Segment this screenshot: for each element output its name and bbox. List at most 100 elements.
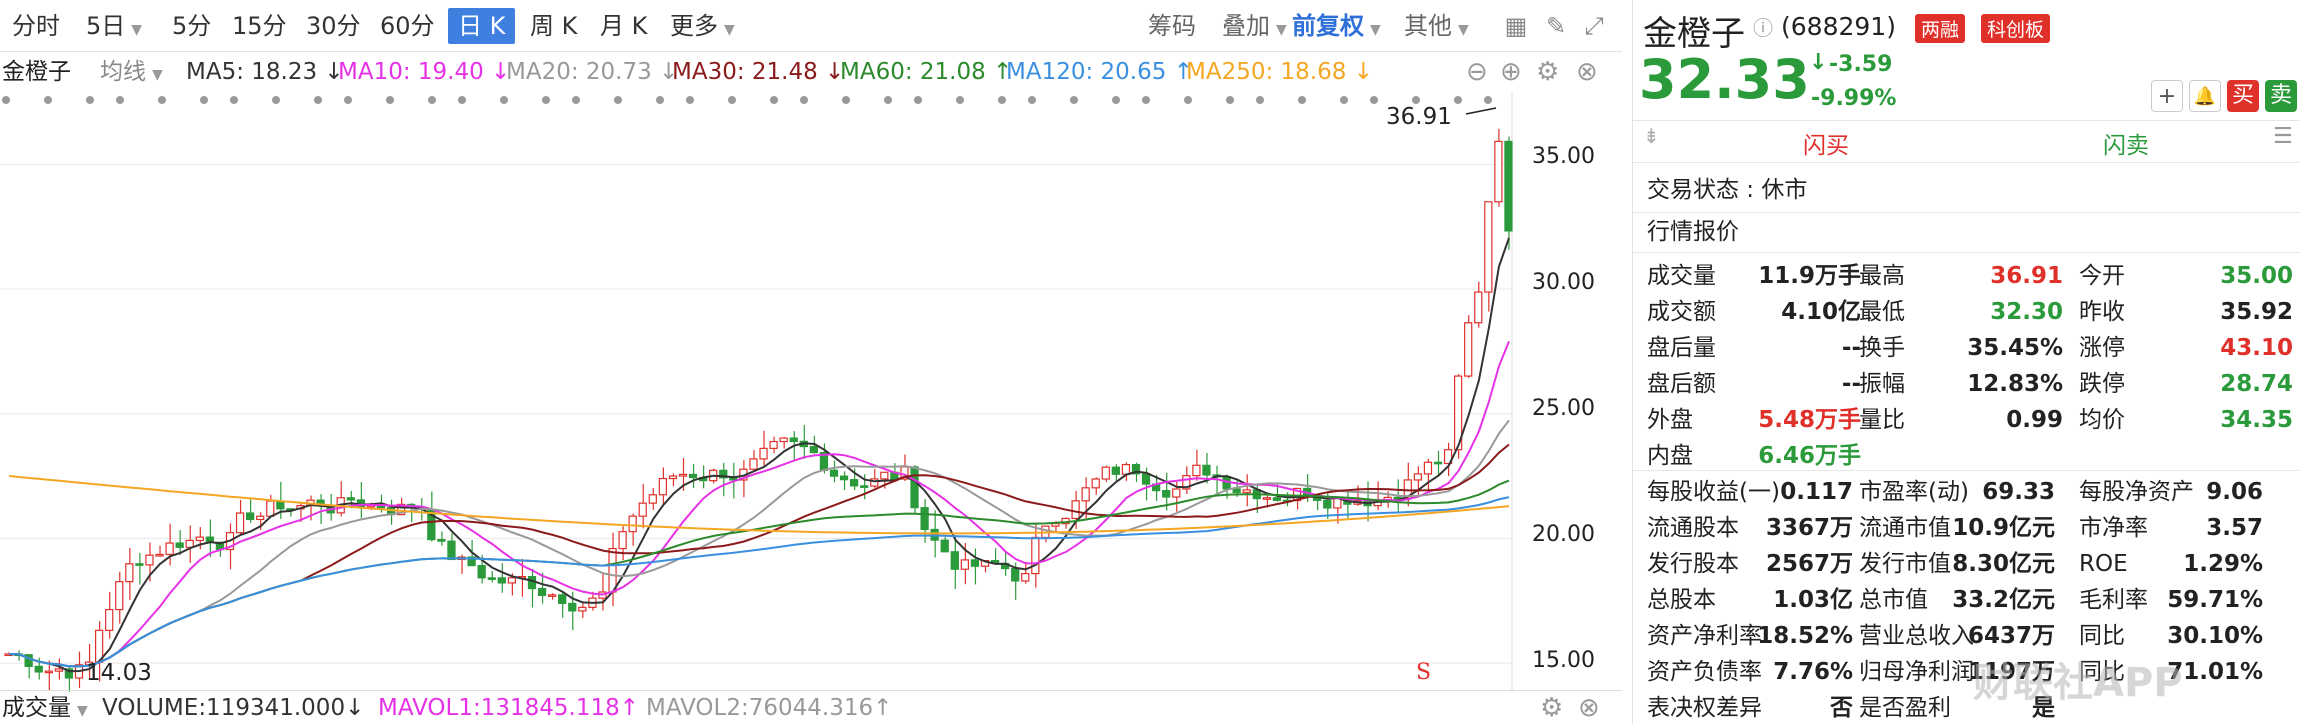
kline-svg[interactable] — [0, 92, 1622, 692]
minus-icon[interactable]: ⊖ — [1466, 52, 1488, 92]
tab-more[interactable]: 更多 ▼ — [660, 8, 745, 44]
event-dot — [770, 96, 778, 104]
candle-body — [54, 668, 63, 672]
ma30-value: MA30: 21.48 ↓ — [672, 59, 845, 85]
event-dot — [386, 96, 394, 104]
ma-mode-select[interactable]: 均线 ▼ — [100, 52, 163, 95]
candle-body — [668, 475, 678, 480]
high-price-label: 36.91 — [1386, 104, 1452, 130]
quote-label: 换手 — [1859, 335, 1905, 361]
event-dot — [884, 96, 892, 104]
candle-body — [950, 551, 959, 570]
quote-label: 均价 — [2079, 407, 2125, 433]
quote-label: 成交量 — [1647, 263, 1716, 289]
candle-body — [266, 500, 275, 517]
quote-value: 5.48万手 — [1758, 407, 1861, 433]
event-dot — [272, 96, 280, 104]
tab-5day[interactable]: 5日 ▼ — [76, 8, 152, 44]
event-dot — [956, 96, 964, 104]
overlay-button[interactable]: 叠加 ▼ — [1222, 8, 1287, 44]
chevron-down-icon: ▼ — [152, 67, 163, 83]
candle-body — [165, 542, 174, 556]
quote-label: 昨收 — [2079, 299, 2125, 325]
quote-label: 振幅 — [1859, 371, 1905, 397]
event-dot — [500, 96, 508, 104]
flash-sell-button[interactable]: 闪卖 — [2103, 126, 2149, 160]
ma60-value: MA60: 21.08 ↑ — [840, 59, 1013, 85]
candle-body — [618, 531, 627, 550]
draw-icon[interactable]: ✎ — [1542, 12, 1570, 40]
candle-body — [1172, 488, 1181, 498]
price-change: -3.59 — [1829, 52, 1893, 77]
ma20-value: MA20: 20.73 ↓ — [506, 59, 679, 85]
candle-body — [537, 587, 547, 596]
ma5-value: MA5: 18.23 ↓ — [186, 59, 344, 85]
chip-button[interactable]: 筹码 — [1148, 8, 1196, 44]
tab-5min[interactable]: 5分 — [162, 8, 221, 44]
tab-monthly-k[interactable]: 月 K — [590, 8, 657, 44]
tab-15min[interactable]: 15分 — [222, 8, 297, 44]
candle-body — [155, 553, 164, 557]
event-dot — [230, 96, 238, 104]
candle-body — [940, 539, 949, 553]
candle-body — [1162, 490, 1171, 498]
tab-30min[interactable]: 30分 — [296, 8, 371, 44]
close-icon[interactable]: ⊗ — [1576, 52, 1598, 92]
event-dot — [1298, 96, 1306, 104]
event-dot — [1112, 96, 1120, 104]
info-icon[interactable]: ⓘ — [1753, 12, 1773, 41]
ma120-value: MA120: 20.65 ↑ — [1006, 59, 1193, 85]
candle-body — [1413, 473, 1423, 481]
event-dot — [428, 96, 436, 104]
tab-daily-k[interactable]: 日 K — [448, 8, 516, 44]
fundamental-value: 7.76% — [1773, 659, 1853, 685]
candle-body — [678, 473, 688, 477]
candle-body — [1141, 473, 1151, 485]
candle-body — [628, 515, 637, 533]
adjust-label: 前复权 — [1292, 12, 1364, 40]
tab-weekly-k[interactable]: 周 K — [520, 8, 587, 44]
gear-icon[interactable]: ⚙ — [1540, 691, 1563, 724]
fullscreen-icon[interactable]: ⤢ — [1580, 12, 1608, 40]
adjust-button[interactable]: 前复权 ▼ — [1292, 8, 1381, 44]
event-dot — [1454, 96, 1462, 104]
sell-button[interactable]: 卖 — [2265, 80, 2297, 112]
candle-body — [185, 539, 194, 548]
plus-icon[interactable]: ⊕ — [1500, 52, 1522, 92]
event-dot — [314, 96, 322, 104]
candle-body — [1242, 489, 1251, 494]
add-watchlist-icon[interactable]: + — [2151, 80, 2183, 112]
gear-icon[interactable]: ⚙ — [1536, 52, 1559, 92]
buy-button[interactable]: 买 — [2227, 80, 2259, 112]
candle-body — [44, 670, 53, 674]
collapse-icon[interactable]: ⇟ — [1643, 124, 1660, 148]
high-arrow — [1465, 107, 1497, 115]
other-label: 其他 — [1404, 12, 1452, 40]
tab-timeshare[interactable]: 分时 — [2, 8, 70, 44]
chevron-down-icon: ▼ — [131, 22, 143, 38]
fundamental-value: 69.33 — [1982, 479, 2055, 505]
tab-60min[interactable]: 60分 — [370, 8, 445, 44]
close-icon[interactable]: ⊗ — [1578, 691, 1600, 724]
other-button[interactable]: 其他 ▼ — [1404, 8, 1469, 44]
flash-buy-button[interactable]: 闪买 — [1803, 126, 1849, 160]
quote-label: 内盘 — [1647, 443, 1693, 469]
menu-icon[interactable]: ☰ — [2273, 124, 2293, 149]
grid-icon[interactable]: ▦ — [1502, 12, 1530, 40]
event-dot — [1484, 96, 1492, 104]
tab-more-label: 更多 — [670, 12, 718, 40]
event-dot — [914, 96, 922, 104]
event-dot — [998, 96, 1006, 104]
volume-indicator-select[interactable]: 成交量 ▼ — [2, 691, 88, 724]
candle-body — [1423, 461, 1433, 475]
kline-chart[interactable]: 36.91 14.03 S 35.00 30.00 25.00 20.00 15… — [0, 92, 1622, 692]
quote-label: 最高 — [1859, 263, 1905, 289]
bell-icon[interactable]: 🔔 — [2189, 80, 2221, 112]
candle-body — [658, 477, 667, 496]
event-dot — [656, 96, 664, 104]
event-dot — [1142, 96, 1150, 104]
fundamental-value: 否 — [1830, 695, 1853, 721]
y-tick-label: 35.00 — [1532, 144, 1595, 169]
quote-value: 6.46万手 — [1758, 443, 1861, 469]
tab-5day-label: 5日 — [86, 12, 126, 40]
